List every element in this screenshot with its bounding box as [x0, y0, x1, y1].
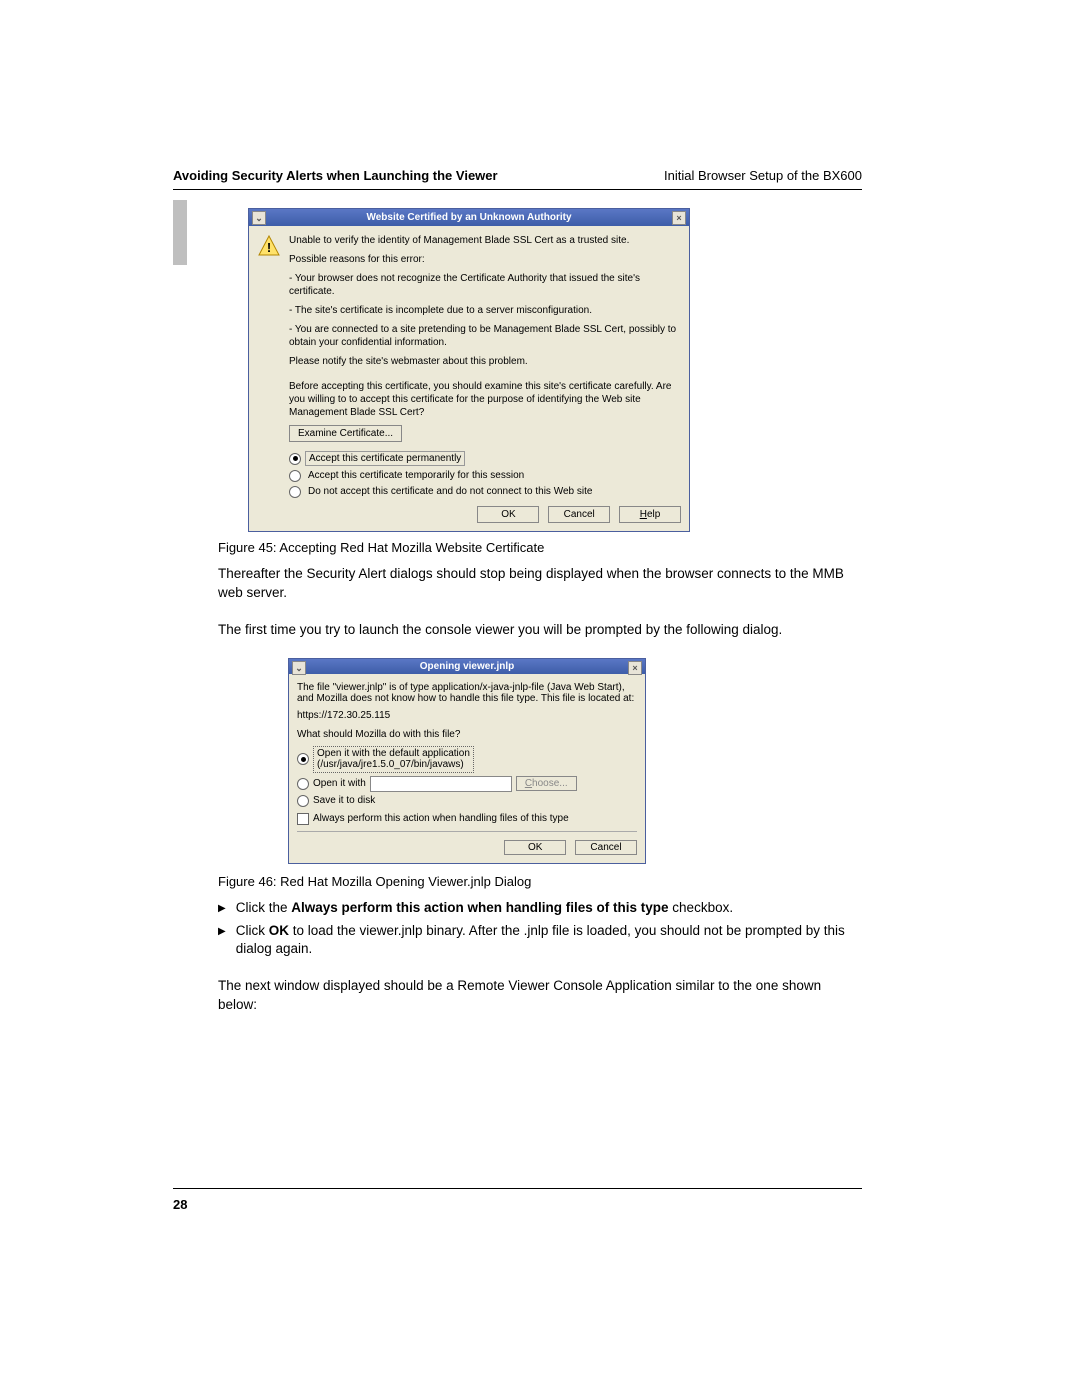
radio-icon [289, 470, 301, 482]
radio-icon [289, 453, 301, 465]
examine-certificate-button[interactable]: Examine Certificate... [289, 425, 402, 442]
dialog-title: Website Certified by an Unknown Authorit… [366, 212, 571, 223]
radio-label: Accept this certificate temporarily for … [305, 469, 527, 482]
choose-button[interactable]: Choose... [516, 776, 577, 791]
dialog-titlebar: ⌄ Website Certified by an Unknown Author… [249, 209, 689, 226]
cancel-button[interactable]: Cancel [575, 840, 637, 855]
list-item: Click the Always perform this action whe… [218, 899, 862, 918]
cancel-button[interactable]: Cancel [548, 506, 610, 523]
page-header: Avoiding Security Alerts when Launching … [173, 168, 862, 190]
figure-caption: Figure 45: Accepting Red Hat Mozilla Web… [218, 540, 862, 555]
close-icon[interactable]: × [672, 211, 686, 225]
radio-label: Accept this certificate permanently [305, 451, 465, 466]
always-perform-checkbox[interactable]: Always perform this action when handling… [297, 813, 637, 825]
checkbox-icon [297, 813, 309, 825]
ok-button[interactable]: OK [477, 506, 539, 523]
radio-icon [297, 753, 309, 765]
dialog-text: Possible reasons for this error: [289, 253, 681, 266]
header-right: Initial Browser Setup of the BX600 [664, 168, 862, 183]
dialog-titlebar: ⌄ Opening viewer.jnlp × [289, 659, 645, 674]
page-number: 28 [173, 1197, 187, 1212]
body-text: The next window displayed should be a Re… [218, 977, 862, 1015]
body-text: Thereafter the Security Alert dialogs sh… [218, 565, 862, 603]
radio-icon [297, 795, 309, 807]
certificate-dialog: ⌄ Website Certified by an Unknown Author… [248, 208, 690, 532]
radio-open-with[interactable]: Open it with Choose... [297, 776, 637, 792]
side-tab-marker [173, 200, 187, 265]
dialog-text: What should Mozilla do with this file? [297, 729, 637, 740]
radio-do-not-accept[interactable]: Do not accept this certificate and do no… [289, 485, 681, 498]
dialog-title: Opening viewer.jnlp [420, 661, 514, 672]
figure-caption: Figure 46: Red Hat Mozilla Opening Viewe… [218, 874, 862, 889]
opening-file-dialog: ⌄ Opening viewer.jnlp × The file "viewer… [288, 658, 646, 864]
radio-label: Open it with [313, 778, 366, 789]
dialog-text: Please notify the site's webmaster about… [289, 355, 681, 368]
chevron-down-icon[interactable]: ⌄ [252, 211, 266, 225]
body-text: The first time you try to launch the con… [218, 621, 862, 640]
svg-text:!: ! [267, 240, 271, 255]
radio-label: Do not accept this certificate and do no… [305, 485, 595, 498]
checkbox-label: Always perform this action when handling… [313, 813, 569, 824]
dialog-text: Before accepting this certificate, you s… [289, 380, 681, 419]
dialog-text: - You are connected to a site pretending… [289, 323, 681, 349]
footer-rule [173, 1188, 862, 1189]
dialog-url: https://172.30.25.115 [297, 710, 637, 721]
help-button[interactable]: Help [619, 506, 681, 523]
close-icon[interactable]: × [628, 661, 642, 675]
radio-accept-temporary[interactable]: Accept this certificate temporarily for … [289, 469, 681, 482]
radio-icon [297, 778, 309, 790]
open-with-input[interactable] [370, 776, 512, 792]
dialog-text: Unable to verify the identity of Managem… [289, 234, 681, 247]
radio-icon [289, 486, 301, 498]
header-left: Avoiding Security Alerts when Launching … [173, 168, 498, 183]
dialog-text: - The site's certificate is incomplete d… [289, 304, 681, 317]
radio-open-default[interactable]: Open it with the default application (/u… [297, 746, 637, 773]
dialog-text: The file "viewer.jnlp" is of type applic… [297, 682, 637, 704]
instruction-list: Click the Always perform this action whe… [218, 899, 862, 960]
radio-label: Open it with the default application (/u… [313, 746, 474, 773]
ok-button[interactable]: OK [504, 840, 566, 855]
radio-save-to-disk[interactable]: Save it to disk [297, 795, 637, 807]
dialog-text: - Your browser does not recognize the Ce… [289, 272, 681, 298]
warning-icon: ! [257, 234, 281, 258]
radio-accept-permanent[interactable]: Accept this certificate permanently [289, 451, 681, 466]
list-item: Click OK to load the viewer.jnlp binary.… [218, 922, 862, 960]
radio-label: Save it to disk [313, 795, 375, 806]
chevron-down-icon[interactable]: ⌄ [292, 661, 306, 675]
